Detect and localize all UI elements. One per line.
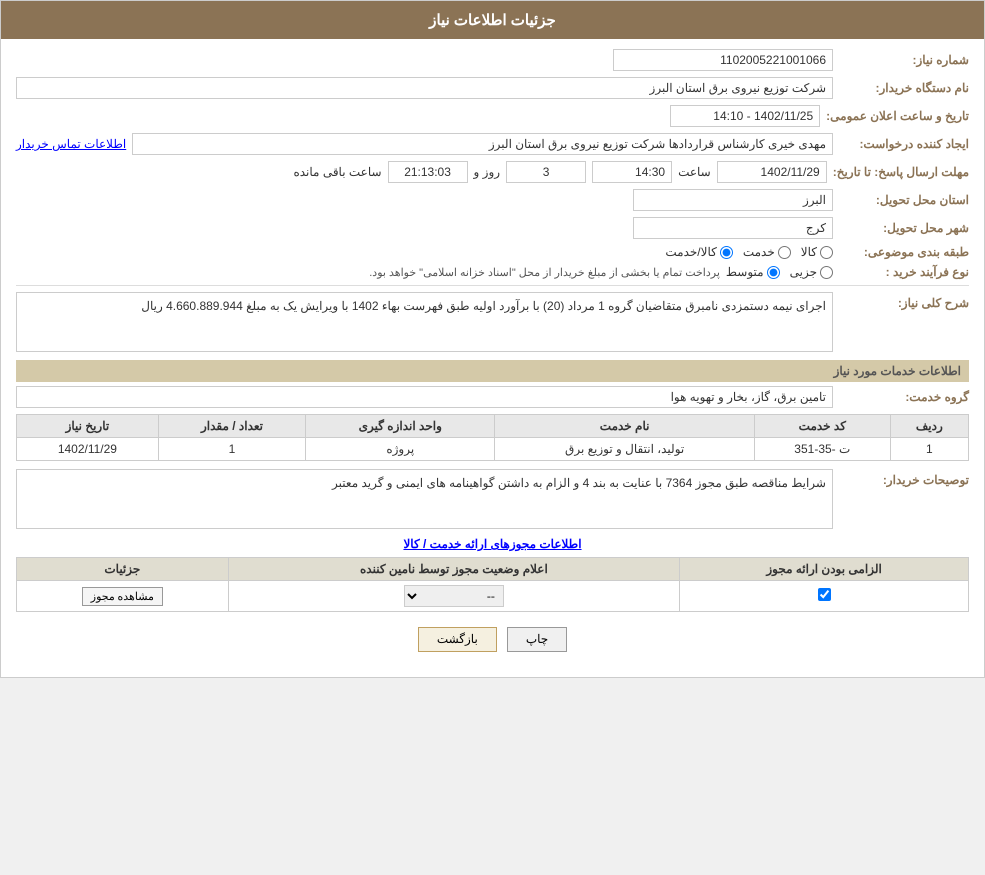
tosihaat-value: شرایط مناقصه طبق مجوز 7364 با عنایت به ب… <box>16 469 833 529</box>
bottom-buttons: چاپ بازگشت <box>16 627 969 652</box>
elam-vaziat-select[interactable]: -- <box>404 585 504 607</box>
mojozat-table: الزامی بودن ارائه مجوز اعلام وضعیت مجوز … <box>16 557 969 612</box>
ostaan-row: استان محل تحویل: البرز <box>16 189 969 211</box>
ostaan-group: البرز <box>16 189 833 211</box>
list-item: -- مشاهده مجوز <box>17 581 969 612</box>
tarikh-value: 1402/11/25 - 14:10 <box>670 105 820 127</box>
grohe-khadamat-row: گروه خدمت: تامین برق، گاز، بخار و تهویه … <box>16 386 969 408</box>
farayand-note: پرداخت تمام یا بخشی از مبلغ خریدار از مح… <box>369 266 720 279</box>
shahr-value: کرج <box>633 217 833 239</box>
elzami-cell <box>680 581 969 612</box>
joziat-cell: مشاهده مجوز <box>17 581 229 612</box>
nam-dastgah-row: نام دستگاه خریدار: شرکت توزیع نیروی برق … <box>16 77 969 99</box>
tarikh-row: تاریخ و ساعت اعلان عمومی: 1402/11/25 - 1… <box>16 105 969 127</box>
table-row: 1ت -35-351تولید، انتقال و توزیع برقپروژه… <box>17 438 969 461</box>
khadamat-section-header: اطلاعات خدمات مورد نیاز <box>16 360 969 382</box>
elam-vaziat-cell: -- <box>228 581 679 612</box>
col-kod: کد خدمت <box>755 415 891 438</box>
khadamat-table-container: ردیف کد خدمت نام خدمت واحد اندازه گیری ت… <box>16 414 969 461</box>
tosihaat-row: توصیحات خریدار: شرایط مناقصه طبق مجوز 73… <box>16 469 969 529</box>
mohlat-row: مهلت ارسال پاسخ: تا تاریخ: 1402/11/29 سا… <box>16 161 969 183</box>
shahr-row: شهر محل تحویل: کرج <box>16 217 969 239</box>
col-tedad: تعداد / مقدار <box>158 415 305 438</box>
tosihaat-label: توصیحات خریدار: <box>839 469 969 487</box>
ostaan-value: البرز <box>633 189 833 211</box>
page-wrapper: جزئیات اطلاعات نیاز شماره نیاز: 11020052… <box>0 0 985 678</box>
farayand-radio-group: جزیی متوسط <box>726 265 833 279</box>
noe-farayand-label: نوع فرآیند خرید : <box>839 265 969 279</box>
mojozat-table-container: الزامی بودن ارائه مجوز اعلام وضعیت مجوز … <box>16 557 969 612</box>
farayand-motavasset-label: متوسط <box>726 265 764 279</box>
nam-dastgah-label: نام دستگاه خریدار: <box>839 81 969 95</box>
grohe-khadamat-value: تامین برق، گاز، بخار و تهویه هوا <box>16 386 833 408</box>
mojozat-header-row: الزامی بودن ارائه مجوز اعلام وضعیت مجوز … <box>17 558 969 581</box>
ettela-tamas-link[interactable]: اطلاعات تماس خریدار <box>16 137 126 151</box>
col-tarikh: تاریخ نیاز <box>17 415 159 438</box>
ijad-konande-label: ایجاد کننده درخواست: <box>839 137 969 151</box>
grohe-khadamat-label: گروه خدمت: <box>839 390 969 404</box>
farayand-jozi-radio[interactable] <box>820 266 833 279</box>
noe-farayand-row: نوع فرآیند خرید : جزیی متوسط پرداخت تمام… <box>16 265 969 279</box>
sharh-row: شرح کلی نیاز: اجرای نیمه دستمزدی نامبرق … <box>16 292 969 352</box>
mohlat-rooz: 3 <box>506 161 586 183</box>
farayand-motavasset-option[interactable]: متوسط <box>726 265 780 279</box>
tabaqe-khadamat-radio[interactable] <box>778 246 791 259</box>
nam-dastgah-value: شرکت توزیع نیروی برق استان البرز <box>16 77 833 99</box>
tabaqe-kala-radio[interactable] <box>820 246 833 259</box>
tabaqe-kala-label: کالا <box>801 245 817 259</box>
mohlat-saat-label: ساعت <box>678 165 711 179</box>
col-radif: ردیف <box>890 415 968 438</box>
tabaqe-khadamat-option[interactable]: خدمت <box>743 245 791 259</box>
col-vahed: واحد اندازه گیری <box>306 415 495 438</box>
tabaqe-khadamat-label: خدمت <box>743 245 775 259</box>
khadamat-table: ردیف کد خدمت نام خدمت واحد اندازه گیری ت… <box>16 414 969 461</box>
divider-1 <box>16 285 969 286</box>
mohlat-remaining: ساعت باقی مانده <box>293 165 381 179</box>
tabaqe-label: طبقه بندی موضوعی: <box>839 245 969 259</box>
mojozat-section-link[interactable]: اطلاعات مجوزهای ارائه خدمت / کالا <box>16 537 969 551</box>
view-mojoz-button[interactable]: مشاهده مجوز <box>82 587 163 606</box>
print-button[interactable]: چاپ <box>507 627 567 652</box>
table-header-row: ردیف کد خدمت نام خدمت واحد اندازه گیری ت… <box>17 415 969 438</box>
ostaan-label: استان محل تحویل: <box>839 193 969 207</box>
tabaqe-kala-option[interactable]: کالا <box>801 245 833 259</box>
sharh-value: اجرای نیمه دستمزدی نامبرق متقاضیان گروه … <box>16 292 833 352</box>
farayand-motavasset-radio[interactable] <box>767 266 780 279</box>
mohlat-saat: 14:30 <box>592 161 672 183</box>
shomare-niaz-value: 1102005221001066 <box>613 49 833 71</box>
shomare-niaz-row: شماره نیاز: 1102005221001066 <box>16 49 969 71</box>
page-title: جزئیات اطلاعات نیاز <box>429 12 556 29</box>
col-joziat: جزئیات <box>17 558 229 581</box>
ijad-konande-row: ایجاد کننده درخواست: مهدی خیری کارشناس ق… <box>16 133 969 155</box>
mohlat-rooz-label: روز و <box>474 165 501 179</box>
farayand-jozi-option[interactable]: جزیی <box>790 265 833 279</box>
ijad-konande-value: مهدی خیری کارشناس قراردادها شرکت توزیع ن… <box>132 133 833 155</box>
col-nam: نام خدمت <box>495 415 755 438</box>
tabaqe-row: طبقه بندی موضوعی: کالا خدمت کالا/خدمت <box>16 245 969 259</box>
shomare-niaz-label: شماره نیاز: <box>839 53 969 67</box>
elzami-checkbox[interactable] <box>818 588 831 601</box>
mohlat-date: 1402/11/29 <box>717 161 827 183</box>
content-area: شماره نیاز: 1102005221001066 نام دستگاه … <box>1 39 984 677</box>
tarikh-label: تاریخ و ساعت اعلان عمومی: <box>826 109 969 123</box>
back-button[interactable]: بازگشت <box>418 627 497 652</box>
mohlat-countdown: 21:13:03 <box>388 161 468 183</box>
col-elzami: الزامی بودن ارائه مجوز <box>680 558 969 581</box>
tabaqe-radio-group: کالا خدمت کالا/خدمت <box>665 245 833 259</box>
tabaqe-kala-khadamat-label: کالا/خدمت <box>665 245 716 259</box>
shahr-label: شهر محل تحویل: <box>839 221 969 235</box>
farayand-jozi-label: جزیی <box>790 265 817 279</box>
mohlat-label: مهلت ارسال پاسخ: تا تاریخ: <box>833 165 969 179</box>
page-header: جزئیات اطلاعات نیاز <box>1 1 984 39</box>
sharh-label: شرح کلی نیاز: <box>839 292 969 310</box>
tabaqe-kala-khadamat-option[interactable]: کالا/خدمت <box>665 245 732 259</box>
col-elam-vaziat: اعلام وضعیت مجوز توسط نامین کننده <box>228 558 679 581</box>
tabaqe-kala-khadamat-radio[interactable] <box>720 246 733 259</box>
